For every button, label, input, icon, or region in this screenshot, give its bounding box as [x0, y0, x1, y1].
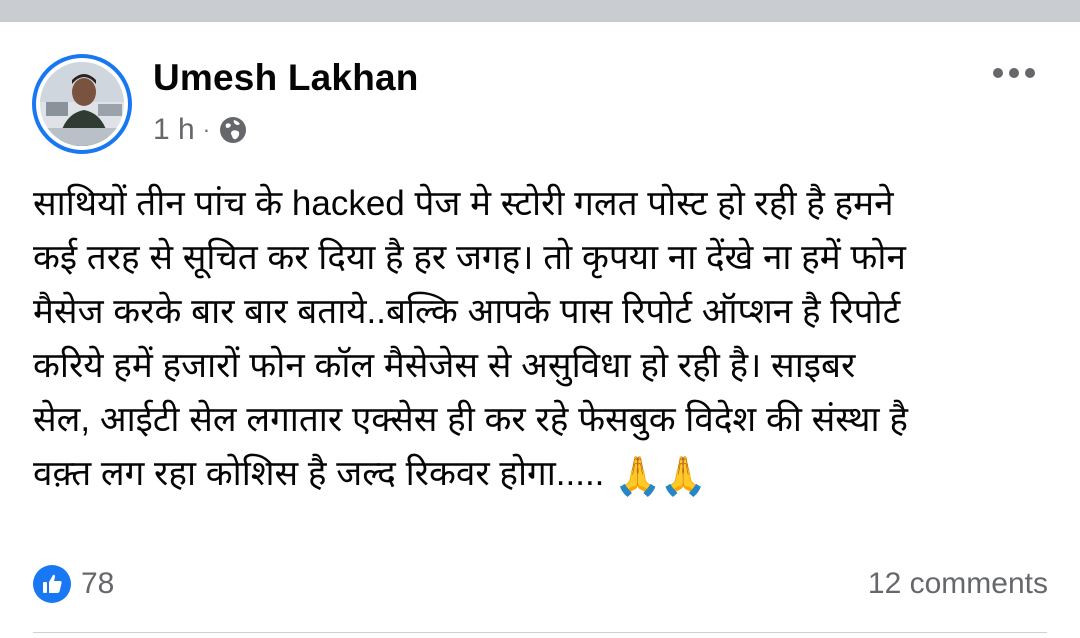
more-options-button[interactable] — [984, 58, 1044, 88]
post-text-line: मैसेज करके बार बार बताये..बल्कि आपके पास… — [33, 292, 901, 331]
post-meta: 1 h · — [153, 112, 248, 148]
post-text: साथियों तीन पांच के hacked पेज मे स्टोरी… — [33, 177, 1053, 504]
reactions-summary[interactable]: 78 — [33, 564, 114, 604]
post-text-line: कई तरह से सूचित कर दिया है हर जगह। तो कृ… — [33, 238, 906, 277]
post-text-line: वक़्त लग रहा कोशिस है जल्द रिकवर होगा...… — [33, 454, 605, 493]
post-text-line-last: वक़्त लग रहा कोशिस है जल्द रिकवर होगा...… — [33, 447, 1053, 504]
comments-count-link[interactable]: 12 comments — [868, 564, 1048, 604]
author-name[interactable]: Umesh Lakhan — [153, 57, 419, 99]
top-strip — [0, 0, 1080, 22]
more-horizontal-icon — [993, 68, 1003, 78]
avatar — [40, 62, 124, 146]
avatar-story-ring[interactable] — [32, 54, 132, 154]
like-count: 78 — [81, 567, 115, 600]
folded-hands-emoji: 🙏🙏 — [614, 456, 707, 498]
avatar-photo — [40, 62, 124, 146]
like-icon — [33, 565, 71, 603]
post-card: Umesh Lakhan 1 h · साथियों तीन पांच के h… — [0, 22, 1080, 638]
meta-separator: · — [202, 117, 211, 142]
globe-icon[interactable] — [218, 115, 248, 145]
post-time[interactable]: 1 h — [153, 113, 195, 147]
post-text-line: करिये हमें हजारों फोन कॉल मैसेजेस से असु… — [33, 346, 856, 385]
divider — [33, 632, 1047, 633]
post-text-line: सेल, आईटी सेल लगातार एक्सेस ही कर रहे फे… — [33, 400, 908, 439]
post-text-line: साथियों तीन पांच के hacked पेज मे स्टोरी… — [33, 184, 894, 223]
